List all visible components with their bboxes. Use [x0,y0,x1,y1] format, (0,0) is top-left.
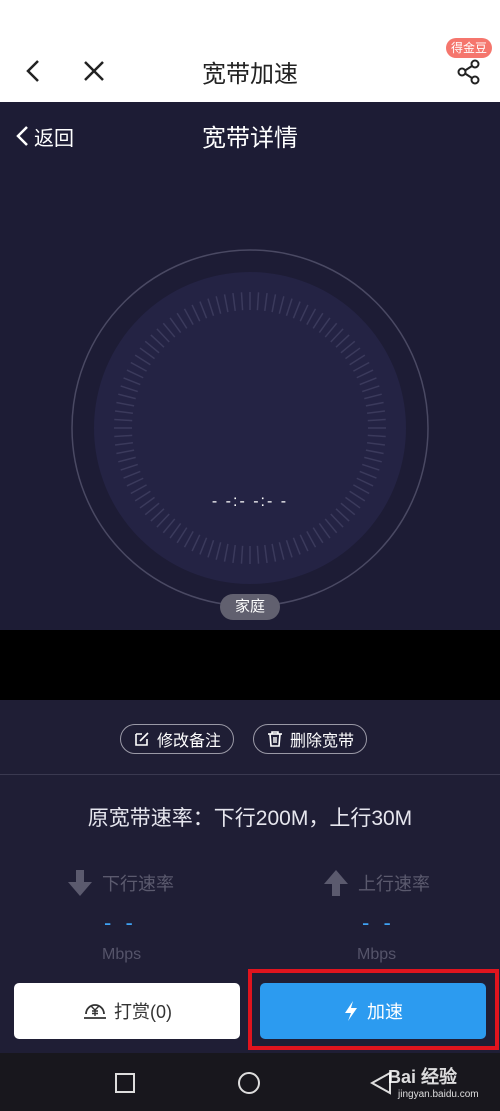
upload-value: - - [362,910,395,935]
broadband-detail-section: 返回 宽带详情 - -:- -:- - 家庭 [0,102,500,630]
location-tag: 家庭 [220,594,280,620]
coin-badge[interactable]: 得金豆 [446,38,492,58]
tip-label: 打赏(0) [114,1002,172,1022]
home-button[interactable] [238,1072,260,1094]
watermark-logo: Bai 经验 [388,1067,458,1087]
share-icon[interactable] [455,58,483,86]
trash-icon [268,731,282,747]
download-arrow-icon [68,870,92,896]
original-rate-text: 原宽带速率：下行200M，上行30M [87,807,413,830]
accelerate-button[interactable]: 加速 [260,983,486,1039]
download-value: - - [104,910,137,935]
watermark-url: jingyan.baidu.com [398,1089,479,1100]
accelerate-label: 加速 [367,1002,403,1022]
upload-label-text: 上行速率 [358,874,430,894]
page-title: 宽带加速 [202,61,298,88]
upload-rate-label: 上行速率 [322,868,430,898]
system-nav-bar: Bai 经验 jingyan.baidu.com [0,1053,500,1111]
top-bar: 宽带加速 得金豆 [0,0,500,102]
edit-note-label: 修改备注 [157,733,222,750]
speed-panel: 修改备注 删除宽带 原宽带速率：下行200M，上行30M 下行速率 - - Mb… [0,700,500,1053]
delete-broadband-button[interactable]: 删除宽带 [253,724,368,754]
recent-apps-button[interactable] [115,1073,135,1093]
upload-arrow-icon [324,870,348,896]
yuan-coin-icon [84,1004,106,1019]
edit-icon [135,732,149,746]
upload-unit: Mbps [357,946,397,963]
download-unit: Mbps [102,946,142,963]
download-label-text: 下行速率 [102,874,174,894]
delete-broadband-label: 删除宽带 [290,733,355,750]
detail-title: 宽带详情 [202,125,298,152]
speed-readout: - -:- -:- - [211,493,289,510]
divider-band [0,630,500,700]
speed-gauge [71,249,429,607]
tip-button[interactable]: 打赏(0) [14,983,240,1039]
divider [0,774,500,775]
download-rate-label: 下行速率 [66,868,174,898]
lightning-icon [345,1001,357,1021]
edit-note-button[interactable]: 修改备注 [120,724,235,754]
